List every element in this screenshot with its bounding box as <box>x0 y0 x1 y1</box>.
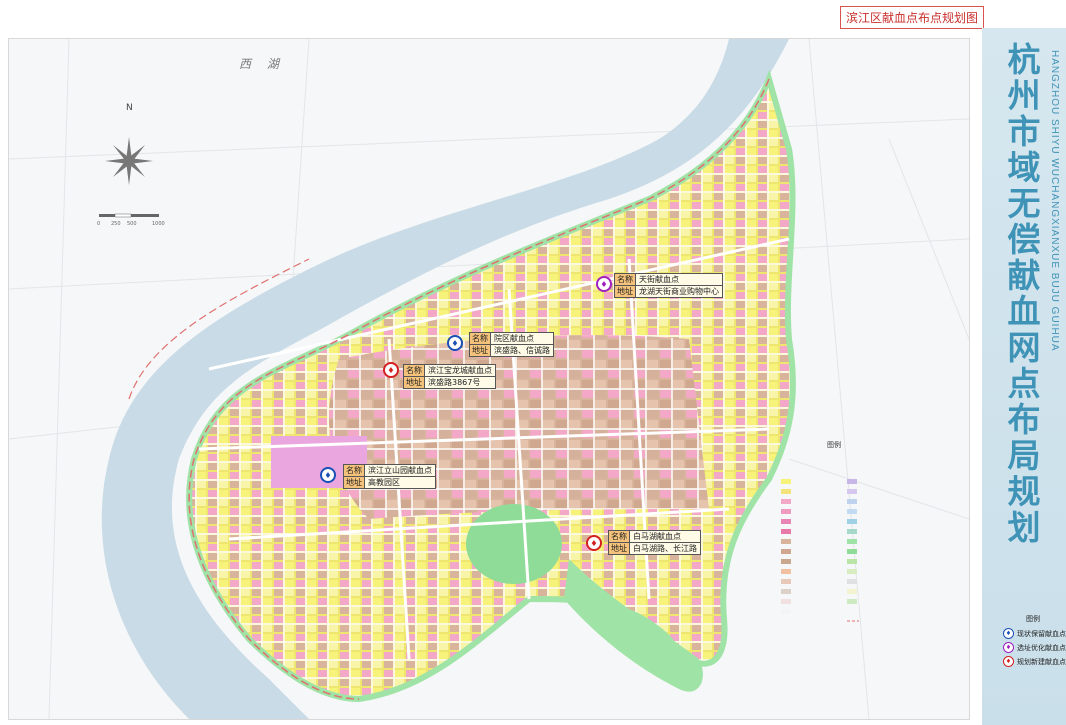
site-addr-key: 地址 <box>404 377 425 388</box>
site-addr-key: 地址 <box>615 286 636 297</box>
legend-label: 现状保留献血点 <box>1017 629 1066 638</box>
legend-item-new: ♦ 规划新建献血点 <box>1003 656 1066 667</box>
site-name: 滨江宝龙城献血点 <box>428 366 492 375</box>
scale-label-250: 250 <box>111 221 121 227</box>
blood-drop-icon: ♦ <box>1003 656 1014 667</box>
blood-drop-pin-icon[interactable]: ♦ <box>586 535 602 551</box>
legend-item-optimize: ♦ 选址优化献血点 <box>1003 642 1066 653</box>
site-name-key: 名称 <box>609 531 630 542</box>
site-addr-key: 地址 <box>344 477 365 488</box>
site-name: 白马湖献血点 <box>633 532 681 541</box>
site-addr: 高教园区 <box>368 478 400 487</box>
site-name: 滨江立山园献血点 <box>368 466 432 475</box>
legend-title: 图例 <box>1026 615 1040 623</box>
site-callout-baimahu[interactable]: 名称 白马湖献血点 地址 白马湖路、长江路 <box>608 530 701 555</box>
blood-drop-pin-icon[interactable]: ♦ <box>383 362 399 378</box>
site-name-key: 名称 <box>344 465 365 476</box>
site-name-key: 名称 <box>470 333 491 344</box>
scale-label-0: 0 <box>97 221 101 227</box>
site-addr-key: 地址 <box>470 345 491 356</box>
vertical-title-en: HANGZHOU SHIYU WUCHANGXIANXUE BUJU GUIHU… <box>1049 50 1060 352</box>
site-addr: 白马湖路、长江路 <box>633 544 697 553</box>
site-addr-key: 地址 <box>609 543 630 554</box>
site-name: 院区献血点 <box>494 334 534 343</box>
site-callout-baolong[interactable]: 名称 滨江宝龙城献血点 地址 滨盛路3867号 <box>403 364 496 389</box>
map-title: 滨江区献血点布点规划图 <box>840 6 985 29</box>
map-canvas[interactable]: 西 湖 N 0 250 500 1000 图例 ♦ 名称 天街献血点 地址 龙湖天街… <box>8 38 970 720</box>
blood-drop-icon: ♦ <box>1003 642 1014 653</box>
legend-item-existing: ♦ 现状保留献血点 <box>1003 628 1066 639</box>
site-name-key: 名称 <box>615 274 636 285</box>
scale-label-1000: 1000 <box>152 221 165 227</box>
site-addr: 滨盛路、信诚路 <box>494 346 550 355</box>
blood-drop-pin-icon[interactable]: ♦ <box>447 335 463 351</box>
site-callout-lishanyuan[interactable]: 名称 滨江立山园献血点 地址 高教园区 <box>343 464 436 489</box>
lake-label: 西 湖 <box>239 57 285 71</box>
blood-drop-pin-icon[interactable]: ♦ <box>320 467 336 483</box>
site-name-key: 名称 <box>404 365 425 376</box>
legend-label: 选址优化献血点 <box>1017 643 1066 652</box>
site-addr: 滨盛路3867号 <box>428 378 481 387</box>
north-label: N <box>126 103 133 113</box>
site-addr: 龙湖天街商业购物中心 <box>639 287 719 296</box>
scale-label-500: 500 <box>127 221 137 227</box>
map-legend-title: 图例 <box>827 441 841 449</box>
site-callout-yuanqu[interactable]: 名称 院区献血点 地址 滨盛路、信诚路 <box>469 332 554 357</box>
blood-drop-icon: ♦ <box>1003 628 1014 639</box>
blood-drop-pin-icon[interactable]: ♦ <box>596 276 612 292</box>
vertical-title-cn: 杭州市域无偿献血网点布局规划 <box>1007 40 1041 547</box>
legend-label: 规划新建献血点 <box>1017 657 1066 666</box>
site-name: 天街献血点 <box>639 275 679 284</box>
site-callout-tianjie[interactable]: 名称 天街献血点 地址 龙湖天街商业购物中心 <box>614 273 723 298</box>
